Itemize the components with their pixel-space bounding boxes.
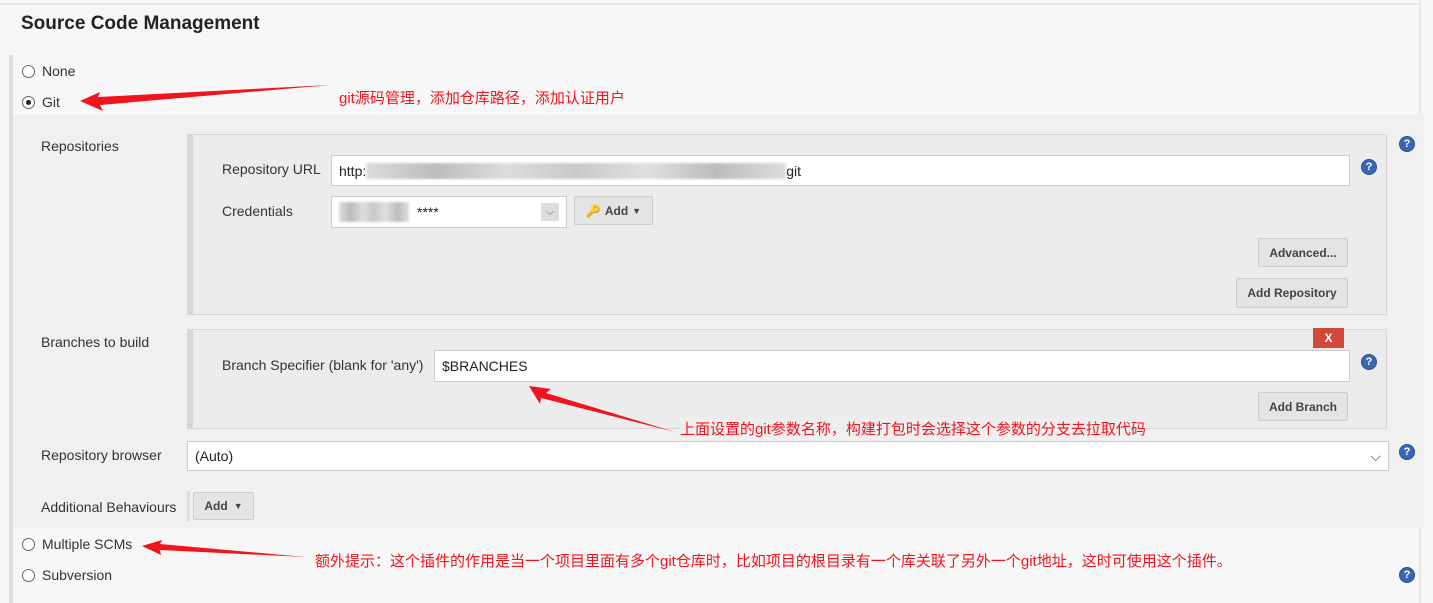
arrow-to-branch (529, 386, 675, 432)
arrow-to-multiple-scms (142, 540, 305, 557)
multiple-scms-annotation: 额外提示：这个插件的作用是当一个项目里面有多个git仓库时，比如项目的根目录有一… (315, 553, 1232, 570)
annotation-arrows (80, 85, 675, 557)
arrow-to-git (80, 85, 330, 111)
branch-annotation: 上面设置的git参数名称，构建打包时会选择这个参数的分支去拉取代码 (680, 418, 1146, 439)
git-annotation: git源码管理，添加仓库路径，添加认证用户 (339, 90, 625, 107)
